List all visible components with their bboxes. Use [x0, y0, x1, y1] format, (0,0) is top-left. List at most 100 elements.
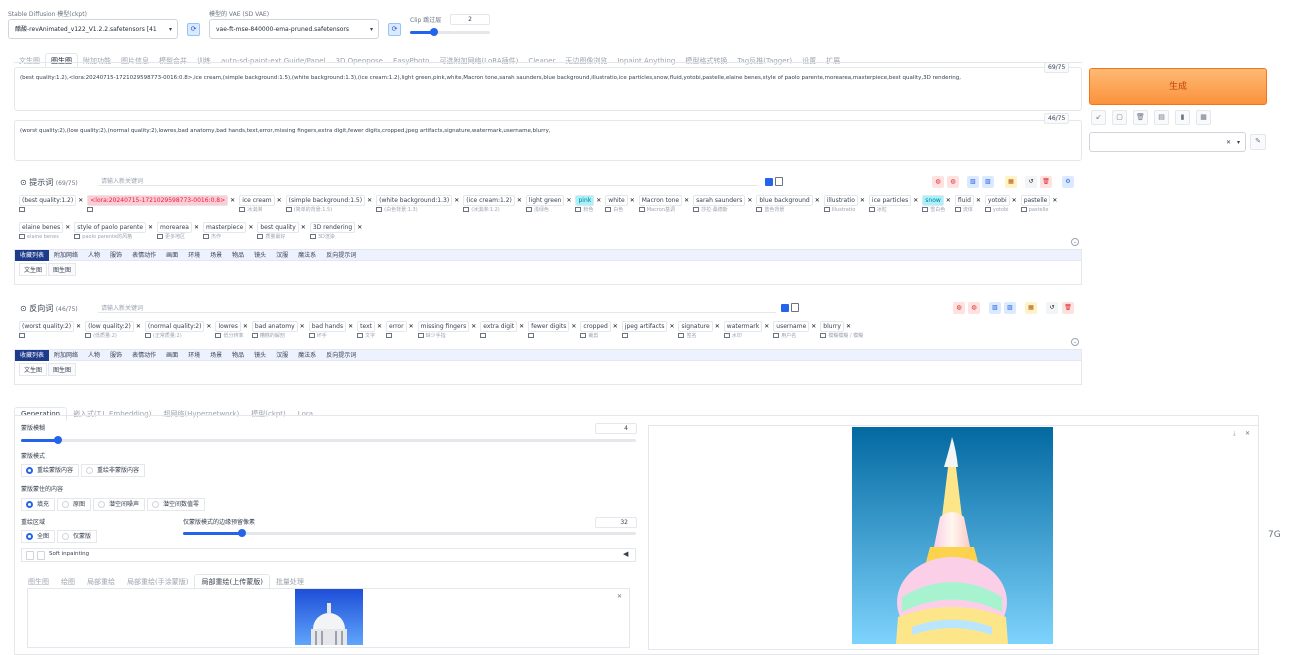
tab-item[interactable]: 图片信息	[116, 54, 154, 68]
tab-item[interactable]: 模型合并	[154, 54, 192, 68]
close-icon[interactable]: ✕	[519, 321, 524, 332]
category-tab[interactable]: 人物	[83, 250, 105, 261]
close-icon[interactable]: ✕	[367, 195, 372, 206]
category-tab[interactable]: 服饰	[105, 350, 127, 361]
close-icon[interactable]: ✕	[764, 321, 769, 332]
close-icon[interactable]: ✕	[148, 222, 153, 233]
radio-option[interactable]: 潜空间数值零	[147, 498, 206, 511]
tag-label[interactable]: (simple background:1.5)	[285, 195, 366, 206]
tag-label[interactable]: extra digit	[480, 321, 518, 332]
close-icon[interactable]: ✕	[277, 195, 282, 206]
paste-icon[interactable]: ▢	[1112, 110, 1127, 125]
soft-inpainting-accordion[interactable]	[21, 548, 636, 562]
tag-label[interactable]: 3D rendering	[309, 222, 356, 233]
sub-tab[interactable]: 图生图	[48, 363, 77, 376]
tag-label[interactable]: blurry	[820, 321, 844, 332]
tag-label[interactable]: sarah saunders	[693, 195, 746, 206]
radio-option[interactable]: 全图	[21, 530, 56, 543]
category-tab[interactable]: 环境	[183, 250, 205, 261]
close-icon[interactable]: ✕	[78, 195, 83, 206]
tag-label[interactable]: (best quality:1.2)	[19, 195, 77, 206]
close-icon[interactable]: ✕	[630, 195, 635, 206]
delete-tags-icon[interactable]: 🗑	[1062, 302, 1074, 314]
tag-label[interactable]: (ice cream:1.2)	[463, 195, 515, 206]
history-icon[interactable]: ▦	[1005, 176, 1017, 188]
category-tab[interactable]: 收藏列表	[15, 250, 50, 261]
close-icon[interactable]: ✕	[206, 321, 211, 332]
style-icon[interactable]: ▤	[1154, 110, 1169, 125]
close-icon[interactable]: ✕	[860, 195, 865, 206]
tab-item[interactable]: 无边图像浏览	[560, 54, 612, 68]
close-icon[interactable]: ✕	[571, 321, 576, 332]
close-icon[interactable]: ✕	[846, 321, 851, 332]
close-icon[interactable]: ✕	[715, 321, 720, 332]
close-icon[interactable]: ✕	[243, 321, 248, 332]
tag-label[interactable]: <lora:20240715-1721029598773-0016:0.8>	[87, 195, 229, 206]
generate-button[interactable]: 生成	[1089, 68, 1267, 105]
prompt-textarea[interactable]: (best quality:1.2),<lora:20240715-172102…	[14, 67, 1082, 111]
category-tab[interactable]: 表情动作	[127, 350, 161, 361]
category-tab[interactable]: 反向提示词	[321, 250, 361, 261]
category-tab[interactable]: 汉服	[271, 250, 293, 261]
radio-option[interactable]: 原图	[57, 498, 92, 511]
download-icon[interactable]: ⤓	[1233, 430, 1236, 438]
tab-item[interactable]: auto-sd-paint-ext Guide/Panel	[216, 55, 331, 67]
close-icon[interactable]: ✕	[454, 195, 459, 206]
radio-option[interactable]: 潜空间噪声	[93, 498, 146, 511]
tag-label[interactable]: jpeg artifacts	[621, 321, 668, 332]
category-tab[interactable]: 附加网络	[49, 250, 83, 261]
tab-item[interactable]: 扩展	[821, 54, 845, 68]
close-icon[interactable]: ✕	[976, 195, 981, 206]
category-tab[interactable]: 魔法系	[293, 350, 321, 361]
copy-icon[interactable]: ▧	[967, 176, 979, 188]
soft-inpainting-checkbox-2[interactable]	[37, 551, 45, 560]
undo-icon[interactable]: ↺	[1046, 302, 1058, 314]
tab-item[interactable]: 训练	[192, 54, 216, 68]
tag-label[interactable]: ice particles	[868, 195, 912, 206]
close-icon[interactable]: ✕	[815, 195, 820, 206]
sub-tab[interactable]: 文生图	[19, 263, 48, 276]
close-icon[interactable]: ✕	[613, 321, 618, 332]
tag-label[interactable]: text	[357, 321, 375, 332]
category-tab[interactable]: 物品	[227, 250, 249, 261]
tab-item[interactable]: 设置	[797, 54, 821, 68]
tag-label[interactable]: error	[386, 321, 407, 332]
negative-section-header[interactable]: ⊙ 反向词 (46/75)	[20, 303, 78, 314]
tab-item[interactable]: Inpaint Anything	[612, 55, 680, 67]
category-tab[interactable]: 画面	[161, 250, 183, 261]
negative-checkbox[interactable]	[781, 304, 789, 312]
tag-label[interactable]: style of paolo parente	[74, 222, 147, 233]
tag-label[interactable]: best quality	[257, 222, 299, 233]
close-icon[interactable]: ✕	[566, 195, 571, 206]
close-icon[interactable]: ✕	[617, 593, 622, 600]
negative-tag-search[interactable]: 请输入新关键词	[98, 303, 776, 313]
close-icon[interactable]: ✕	[747, 195, 752, 206]
output-image[interactable]	[852, 427, 1053, 644]
close-icon[interactable]: ✕	[357, 222, 362, 233]
img2img-tab[interactable]: 局部重绘(手涂蒙版)	[121, 575, 194, 589]
close-icon[interactable]: ✕	[377, 321, 382, 332]
close-icon[interactable]: ✕	[946, 195, 951, 206]
tag-label[interactable]: watermark	[723, 321, 763, 332]
radio-option[interactable]: 重绘非蒙版内容	[81, 464, 146, 477]
tag-label[interactable]: pastelle	[1020, 195, 1051, 206]
expand-icon[interactable]: ⌄	[1071, 238, 1079, 246]
undo-icon[interactable]: ↺	[1025, 176, 1037, 188]
image-icon[interactable]: ▦	[1196, 110, 1211, 125]
sub-tab[interactable]: 图生图	[48, 263, 77, 276]
tag-label[interactable]: snow	[922, 195, 944, 206]
caret-left-icon[interactable]: ◀	[623, 550, 628, 558]
category-tab[interactable]: 物品	[227, 350, 249, 361]
tag-label[interactable]: illustratio	[823, 195, 858, 206]
close-icon[interactable]: ✕	[1012, 195, 1017, 206]
img2img-tab[interactable]: 绘图	[55, 575, 81, 589]
tag-label[interactable]: white	[605, 195, 628, 206]
category-tab[interactable]: 服饰	[105, 250, 127, 261]
category-tab[interactable]: 附加网络	[49, 350, 83, 361]
tag-label[interactable]: cropped	[580, 321, 611, 332]
category-tab[interactable]: 表情动作	[127, 250, 161, 261]
bookmark-icon[interactable]: ▨	[982, 176, 994, 188]
tab-item[interactable]: 可选附加网络(LoRA插件)	[434, 54, 523, 68]
close-icon[interactable]: ✕	[811, 321, 816, 332]
tag-label[interactable]: missing fingers	[417, 321, 470, 332]
